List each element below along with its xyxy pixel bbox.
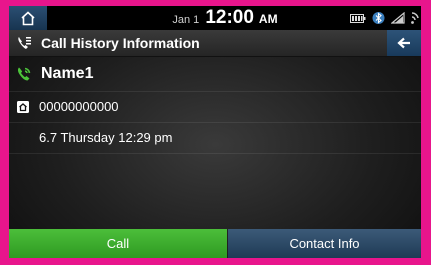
contact-name-row: Name1 — [9, 57, 421, 92]
bluetooth-icon — [372, 12, 385, 24]
back-arrow-icon — [397, 37, 410, 49]
call-button-label: Call — [106, 236, 130, 251]
contact-name: Name1 — [41, 65, 94, 82]
date-text: Jan 1 — [172, 14, 200, 26]
time-text: 12:00 — [205, 7, 254, 28]
call-button[interactable]: Call — [9, 229, 227, 258]
call-history-icon — [18, 37, 31, 49]
status-bar: Jan 1 12:00 AM — [9, 6, 421, 30]
page-title: Call History Information — [41, 35, 200, 51]
battery-icon — [350, 13, 366, 23]
contact-info-button-label: Contact Info — [289, 236, 360, 251]
call-datetime: 6.7 Thursday 12:29 pm — [39, 130, 173, 145]
title-bar: Call History Information — [9, 30, 421, 57]
call-icon — [17, 67, 31, 81]
contact-info-button[interactable]: Contact Info — [228, 229, 421, 258]
phone-number-row: 00000000000 — [9, 92, 421, 123]
back-button[interactable] — [387, 30, 421, 56]
wifi-icon — [411, 12, 419, 24]
status-icons — [350, 6, 419, 30]
call-time-row: 6.7 Thursday 12:29 pm — [9, 123, 421, 154]
ampm-text: AM — [258, 12, 278, 26]
home-phone-icon — [17, 101, 29, 113]
phone-number: 00000000000 — [39, 99, 119, 114]
call-history-screen: Jan 1 12:00 AM Call History Information … — [9, 6, 421, 258]
signal-icon — [391, 12, 405, 24]
